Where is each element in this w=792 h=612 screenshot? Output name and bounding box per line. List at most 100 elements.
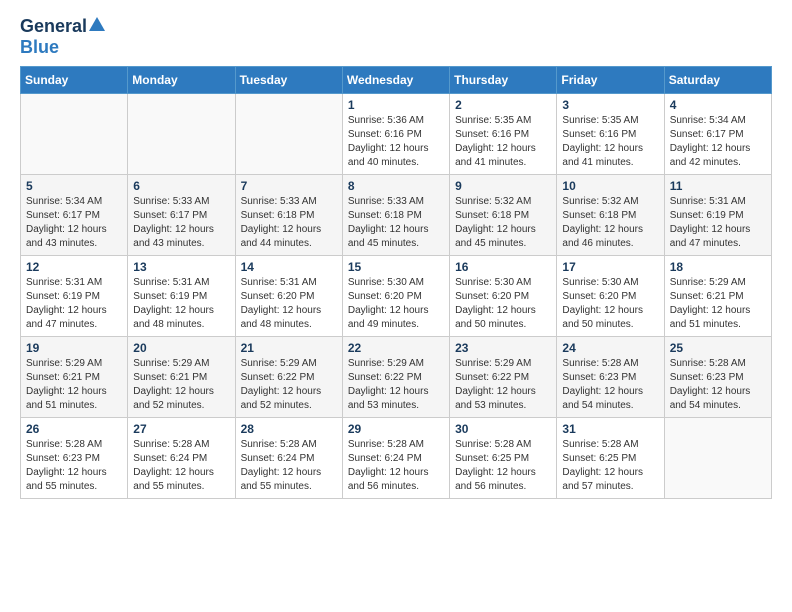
calendar-cell: 25 Sunrise: 5:28 AMSunset: 6:23 PMDayligh… [664, 337, 771, 418]
day-info: Sunrise: 5:28 AMSunset: 6:23 PMDaylight:… [26, 438, 122, 494]
weekday-header: Friday [557, 67, 664, 94]
day-number: 15 [348, 260, 444, 274]
day-info: Sunrise: 5:32 AMSunset: 6:18 PMDaylight:… [455, 195, 551, 251]
day-number: 19 [26, 341, 122, 355]
day-info: Sunrise: 5:33 AMSunset: 6:18 PMDaylight:… [241, 195, 337, 251]
day-number: 18 [670, 260, 766, 274]
day-number: 4 [670, 98, 766, 112]
day-info: Sunrise: 5:31 AMSunset: 6:19 PMDaylight:… [670, 195, 766, 251]
weekday-header: Wednesday [342, 67, 449, 94]
logo-triangle-icon [89, 17, 105, 36]
day-info: Sunrise: 5:35 AMSunset: 6:16 PMDaylight:… [562, 114, 658, 170]
day-info: Sunrise: 5:29 AMSunset: 6:21 PMDaylight:… [670, 276, 766, 332]
calendar-cell [235, 94, 342, 175]
day-number: 29 [348, 422, 444, 436]
weekday-header: Sunday [21, 67, 128, 94]
calendar-cell [664, 418, 771, 499]
calendar-cell: 3Sunrise: 5:35 AMSunset: 6:16 PMDaylight… [557, 94, 664, 175]
calendar-cell: 31 Sunrise: 5:28 AMSunset: 6:25 PMDayligh… [557, 418, 664, 499]
day-info: Sunrise: 5:29 AMSunset: 6:22 PMDaylight:… [455, 357, 551, 413]
calendar-cell: 14 Sunrise: 5:31 AMSunset: 6:20 PMDayligh… [235, 256, 342, 337]
day-info: Sunrise: 5:28 AMSunset: 6:24 PMDaylight:… [241, 438, 337, 494]
day-info: Sunrise: 5:33 AMSunset: 6:17 PMDaylight:… [133, 195, 229, 251]
calendar-cell: 4Sunrise: 5:34 AMSunset: 6:17 PMDaylight… [664, 94, 771, 175]
calendar-cell: 29 Sunrise: 5:28 AMSunset: 6:24 PMDayligh… [342, 418, 449, 499]
calendar-week-row: 12 Sunrise: 5:31 AMSunset: 6:19 PMDayligh… [21, 256, 772, 337]
calendar-week-row: 26 Sunrise: 5:28 AMSunset: 6:23 PMDayligh… [21, 418, 772, 499]
calendar-cell: 22Sunrise: 5:29 AMSunset: 6:22 PMDayligh… [342, 337, 449, 418]
day-number: 2 [455, 98, 551, 112]
calendar-cell: 17Sunrise: 5:30 AMSunset: 6:20 PMDayligh… [557, 256, 664, 337]
day-number: 16 [455, 260, 551, 274]
day-info: Sunrise: 5:31 AMSunset: 6:20 PMDaylight:… [241, 276, 337, 332]
day-number: 7 [241, 179, 337, 193]
day-number: 26 [26, 422, 122, 436]
day-info: Sunrise: 5:28 AMSunset: 6:23 PMDaylight:… [670, 357, 766, 413]
calendar-header: SundayMondayTuesdayWednesdayThursdayFrid… [21, 67, 772, 94]
day-info: Sunrise: 5:28 AMSunset: 6:25 PMDaylight:… [562, 438, 658, 494]
day-number: 20 [133, 341, 229, 355]
calendar-cell: 24 Sunrise: 5:28 AMSunset: 6:23 PMDayligh… [557, 337, 664, 418]
header-row: SundayMondayTuesdayWednesdayThursdayFrid… [21, 67, 772, 94]
day-info: Sunrise: 5:31 AMSunset: 6:19 PMDaylight:… [133, 276, 229, 332]
day-number: 11 [670, 179, 766, 193]
weekday-header: Tuesday [235, 67, 342, 94]
logo-general-text: General [20, 16, 87, 37]
calendar-cell: 7 Sunrise: 5:33 AMSunset: 6:18 PMDaylight… [235, 175, 342, 256]
calendar-cell: 21Sunrise: 5:29 AMSunset: 6:22 PMDayligh… [235, 337, 342, 418]
day-number: 5 [26, 179, 122, 193]
day-info: Sunrise: 5:28 AMSunset: 6:24 PMDaylight:… [133, 438, 229, 494]
calendar-cell: 30 Sunrise: 5:28 AMSunset: 6:25 PMDayligh… [450, 418, 557, 499]
day-info: Sunrise: 5:30 AMSunset: 6:20 PMDaylight:… [348, 276, 444, 332]
calendar-cell: 20 Sunrise: 5:29 AMSunset: 6:21 PMDayligh… [128, 337, 235, 418]
calendar-cell: 5 Sunrise: 5:34 AMSunset: 6:17 PMDaylight… [21, 175, 128, 256]
day-info: Sunrise: 5:33 AMSunset: 6:18 PMDaylight:… [348, 195, 444, 251]
day-info: Sunrise: 5:28 AMSunset: 6:23 PMDaylight:… [562, 357, 658, 413]
weekday-header: Thursday [450, 67, 557, 94]
calendar-cell: 2 Sunrise: 5:35 AMSunset: 6:16 PMDaylight… [450, 94, 557, 175]
calendar-cell: 6 Sunrise: 5:33 AMSunset: 6:17 PMDaylight… [128, 175, 235, 256]
day-number: 31 [562, 422, 658, 436]
day-number: 6 [133, 179, 229, 193]
day-number: 24 [562, 341, 658, 355]
day-number: 28 [241, 422, 337, 436]
calendar-cell: 16 Sunrise: 5:30 AMSunset: 6:20 PMDayligh… [450, 256, 557, 337]
day-number: 13 [133, 260, 229, 274]
calendar-cell: 1 Sunrise: 5:36 AMSunset: 6:16 PMDaylight… [342, 94, 449, 175]
day-info: Sunrise: 5:36 AMSunset: 6:16 PMDaylight:… [348, 114, 444, 170]
day-info: Sunrise: 5:29 AMSunset: 6:21 PMDaylight:… [133, 357, 229, 413]
day-info: Sunrise: 5:29 AMSunset: 6:22 PMDaylight:… [348, 357, 444, 413]
calendar-table: SundayMondayTuesdayWednesdayThursdayFrid… [20, 66, 772, 499]
day-number: 27 [133, 422, 229, 436]
calendar-cell: 23 Sunrise: 5:29 AMSunset: 6:22 PMDayligh… [450, 337, 557, 418]
day-info: Sunrise: 5:28 AMSunset: 6:24 PMDaylight:… [348, 438, 444, 494]
day-info: Sunrise: 5:29 AMSunset: 6:21 PMDaylight:… [26, 357, 122, 413]
calendar-cell: 13 Sunrise: 5:31 AMSunset: 6:19 PMDayligh… [128, 256, 235, 337]
calendar-cell: 27 Sunrise: 5:28 AMSunset: 6:24 PMDayligh… [128, 418, 235, 499]
day-info: Sunrise: 5:28 AMSunset: 6:25 PMDaylight:… [455, 438, 551, 494]
calendar-week-row: 19 Sunrise: 5:29 AMSunset: 6:21 PMDayligh… [21, 337, 772, 418]
day-number: 25 [670, 341, 766, 355]
calendar-body: 1 Sunrise: 5:36 AMSunset: 6:16 PMDaylight… [21, 94, 772, 499]
day-number: 12 [26, 260, 122, 274]
calendar-cell: 26 Sunrise: 5:28 AMSunset: 6:23 PMDayligh… [21, 418, 128, 499]
day-info: Sunrise: 5:30 AMSunset: 6:20 PMDaylight:… [562, 276, 658, 332]
weekday-header: Saturday [664, 67, 771, 94]
day-info: Sunrise: 5:31 AMSunset: 6:19 PMDaylight:… [26, 276, 122, 332]
logo: General Blue [20, 16, 105, 58]
day-number: 14 [241, 260, 337, 274]
day-number: 1 [348, 98, 444, 112]
day-number: 30 [455, 422, 551, 436]
day-number: 21 [241, 341, 337, 355]
logo-blue-text: Blue [20, 37, 59, 57]
day-info: Sunrise: 5:35 AMSunset: 6:16 PMDaylight:… [455, 114, 551, 170]
calendar-cell: 10Sunrise: 5:32 AMSunset: 6:18 PMDayligh… [557, 175, 664, 256]
calendar-cell: 15 Sunrise: 5:30 AMSunset: 6:20 PMDayligh… [342, 256, 449, 337]
day-info: Sunrise: 5:34 AMSunset: 6:17 PMDaylight:… [26, 195, 122, 251]
day-number: 23 [455, 341, 551, 355]
calendar-cell [21, 94, 128, 175]
calendar-week-row: 1 Sunrise: 5:36 AMSunset: 6:16 PMDaylight… [21, 94, 772, 175]
weekday-header: Monday [128, 67, 235, 94]
day-info: Sunrise: 5:32 AMSunset: 6:18 PMDaylight:… [562, 195, 658, 251]
day-info: Sunrise: 5:30 AMSunset: 6:20 PMDaylight:… [455, 276, 551, 332]
